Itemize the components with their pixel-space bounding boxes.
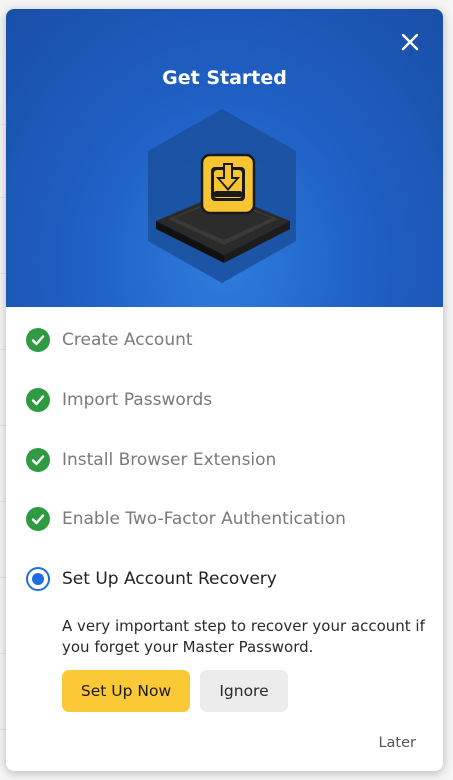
step-label: Install Browser Extension [62,450,277,470]
radio-selected-icon [26,567,50,591]
step-account-recovery[interactable]: Set Up Account Recovery [26,566,277,592]
step-import-passwords[interactable]: Import Passwords [26,387,212,413]
step-enable-two-factor[interactable]: Enable Two-Factor Authentication [26,506,346,532]
dialog-header: Get Started [6,9,443,307]
step-install-browser-extension[interactable]: Install Browser Extension [26,447,276,473]
dialog-title: Get Started [162,67,287,89]
get-started-dialog: Get Started Create Account Import Passwo… [6,9,443,771]
close-icon [401,33,419,51]
check-circle-icon [26,507,50,531]
step-label: Create Account [62,330,193,350]
check-circle-icon [26,448,50,472]
step-description: A very important step to recover your ac… [62,617,425,656]
close-button[interactable] [397,29,423,55]
set-up-now-button[interactable]: Set Up Now [62,670,190,712]
import-illustration-icon [148,109,296,283]
step-label: Import Passwords [62,390,213,410]
step-label: Set Up Account Recovery [62,569,277,589]
later-link[interactable]: Later [378,735,416,751]
ignore-button[interactable]: Ignore [200,670,288,712]
check-circle-icon [26,328,50,352]
check-circle-icon [26,388,50,412]
step-label: Enable Two-Factor Authentication [62,509,346,529]
step-create-account[interactable]: Create Account [26,327,193,353]
